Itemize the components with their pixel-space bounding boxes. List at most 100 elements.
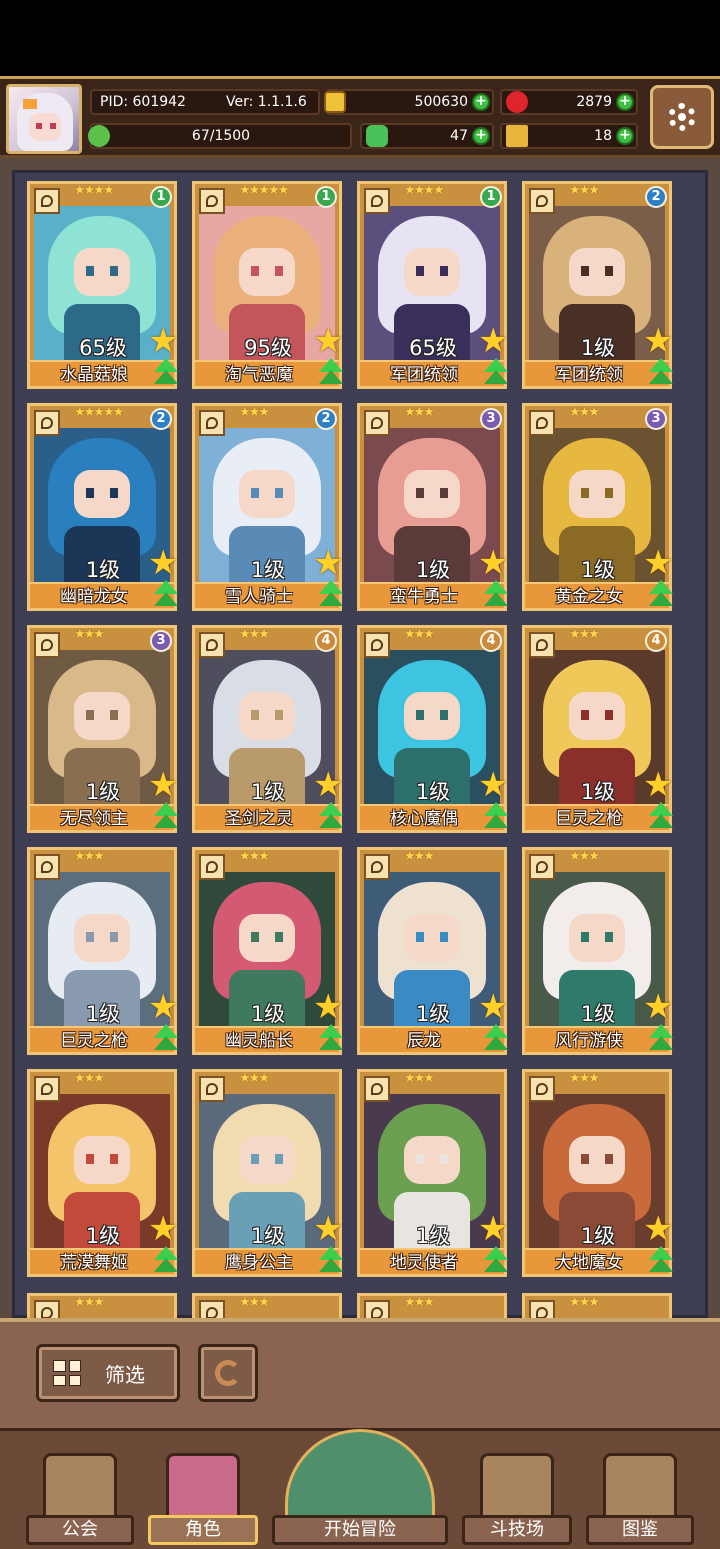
gold-value: 500630 xyxy=(414,94,468,110)
character-card[interactable]: ★★★ 3 1级 无尽领主 ★ xyxy=(27,625,178,833)
character-face-icon xyxy=(166,1453,240,1523)
refresh-button[interactable] xyxy=(198,1344,258,1402)
character-card[interactable]: ★★★ 1级 风行游侠 ★ xyxy=(522,847,673,1055)
character-name: 巨灵之枪 xyxy=(60,1031,128,1051)
character-card-partial[interactable]: ★★★ xyxy=(192,1293,342,1321)
character-card[interactable]: ★★★★ 1 65级 军团统领 ★ xyxy=(357,181,508,389)
clover-icon xyxy=(366,125,388,147)
gem-value: 2879 xyxy=(576,94,612,110)
character-grid[interactable]: ★★★★ 1 65级 水晶菇娘 ★ ★★★★★ 1 95级 淘气恶魔 ★ ★★★★ 1 65级 军团统领 ★… xyxy=(12,170,708,1321)
weapon-type-icon xyxy=(364,188,390,214)
ruby-gem-icon xyxy=(506,91,528,113)
nav-guild[interactable]: 公会 xyxy=(26,1435,134,1545)
settings-button[interactable] xyxy=(650,85,714,149)
level-up-arrow-icon xyxy=(315,802,347,832)
gold-coin-icon xyxy=(324,91,346,113)
character-name: 核心魔偶 xyxy=(390,809,458,829)
level-up-arrow-icon xyxy=(480,1246,512,1276)
character-card[interactable]: ★★★★ 1 65级 水晶菇娘 ★ xyxy=(27,181,178,389)
weapon-type-icon xyxy=(364,854,390,880)
character-card[interactable]: ★★★ 1级 幽灵船长 ★ xyxy=(192,847,343,1055)
star-rating: ★★★ xyxy=(74,1295,105,1310)
weapon-type-icon xyxy=(364,410,390,436)
star-rating: ★★★★ xyxy=(404,183,445,198)
status-bar-area xyxy=(0,0,720,76)
add-keys-button[interactable]: + xyxy=(616,127,634,145)
weapon-type-icon xyxy=(199,188,225,214)
star-rating: ★★★ xyxy=(569,627,600,642)
character-card[interactable]: ★★★ 3 1级 黄金之女 ★ xyxy=(522,403,673,611)
add-gold-button[interactable]: + xyxy=(472,93,490,111)
nav-arena[interactable]: 斗技场 xyxy=(462,1435,572,1545)
stamina-value: 67/1500 xyxy=(191,128,251,144)
character-name: 无尽领主 xyxy=(60,809,128,829)
character-name: 风行游侠 xyxy=(555,1031,623,1051)
rank-badge: 3 xyxy=(645,408,667,430)
star-upgrade-icon: ★ xyxy=(148,765,179,805)
player-avatar[interactable] xyxy=(6,84,82,154)
character-name: 军团统领 xyxy=(555,365,623,385)
star-upgrade-icon: ★ xyxy=(148,543,179,583)
character-card-partial[interactable]: ★★★ xyxy=(27,1293,177,1321)
weapon-type-icon xyxy=(34,410,60,436)
character-card[interactable]: ★★★ 2 1级 雪人骑士 ★ xyxy=(192,403,343,611)
character-card-partial[interactable]: ★★★ xyxy=(522,1293,672,1321)
star-rating: ★★★ xyxy=(569,405,600,420)
weapon-type-icon xyxy=(34,632,60,658)
character-card[interactable]: ★★★★★ 1 95级 淘气恶魔 ★ xyxy=(192,181,343,389)
nav-codex[interactable]: 图鉴 xyxy=(586,1435,694,1545)
character-name: 地灵使者 xyxy=(390,1253,458,1273)
weapon-type-icon xyxy=(199,854,225,880)
add-gems-button[interactable]: + xyxy=(616,93,634,111)
character-card[interactable]: ★★★ 4 1级 圣剑之灵 ★ xyxy=(192,625,343,833)
filter-label: 筛选 xyxy=(105,1363,145,1387)
character-name: 大地魔女 xyxy=(555,1253,623,1273)
pid-label: PID: 601942 xyxy=(100,94,186,110)
player-info-pill: PID: 601942 Ver: 1.1.1.6 xyxy=(90,89,320,115)
character-card[interactable]: ★★★ 1级 大地魔女 ★ xyxy=(522,1069,673,1277)
star-upgrade-icon: ★ xyxy=(148,321,179,361)
star-rating: ★★★ xyxy=(239,405,270,420)
rank-badge: 1 xyxy=(150,186,172,208)
character-card[interactable]: ★★★ 3 1级 蛮牛勇士 ★ xyxy=(357,403,508,611)
star-rating: ★★★ xyxy=(239,627,270,642)
weapon-type-icon xyxy=(364,1076,390,1102)
level-up-arrow-icon xyxy=(150,1246,182,1276)
star-upgrade-icon: ★ xyxy=(643,1209,674,1249)
weapon-type-icon xyxy=(199,410,225,436)
character-card[interactable]: ★★★ 1级 巨灵之枪 ★ xyxy=(27,847,178,1055)
character-card-partial[interactable]: ★★★ xyxy=(357,1293,507,1321)
character-card[interactable]: ★★★ 4 1级 核心魔偶 ★ xyxy=(357,625,508,833)
star-upgrade-icon: ★ xyxy=(643,765,674,805)
character-card[interactable]: ★★★ 1级 辰龙 ★ xyxy=(357,847,508,1055)
filter-button[interactable]: 筛选 xyxy=(36,1344,180,1402)
character-name: 荒漠舞姬 xyxy=(60,1253,128,1273)
weapon-type-icon xyxy=(199,1076,225,1102)
codex-book-icon xyxy=(603,1453,677,1523)
refresh-icon xyxy=(215,1360,241,1386)
grid-filter-icon xyxy=(53,1360,81,1386)
rank-badge: 2 xyxy=(150,408,172,430)
character-card[interactable]: ★★★ 1级 荒漠舞姬 ★ xyxy=(27,1069,178,1277)
weapon-type-icon xyxy=(34,854,60,880)
level-up-arrow-icon xyxy=(315,1246,347,1276)
character-card[interactable]: ★★★ 1级 地灵使者 ★ xyxy=(357,1069,508,1277)
character-card[interactable]: ★★★★★ 2 1级 幽暗龙女 ★ xyxy=(27,403,178,611)
rank-badge: 2 xyxy=(315,408,337,430)
nav-arena-label: 斗技场 xyxy=(462,1515,572,1545)
weapon-type-icon xyxy=(529,410,555,436)
add-clover-button[interactable]: + xyxy=(472,127,490,145)
level-up-arrow-icon xyxy=(480,802,512,832)
rank-badge: 4 xyxy=(315,630,337,652)
rank-badge: 1 xyxy=(315,186,337,208)
character-card[interactable]: ★★★ 2 1级 军团统领 ★ xyxy=(522,181,673,389)
nav-start-adventure[interactable]: 开始冒险 xyxy=(272,1429,448,1545)
weapon-type-icon xyxy=(529,188,555,214)
character-card[interactable]: ★★★ 4 1级 巨灵之枪 ★ xyxy=(522,625,673,833)
character-list-frame: ★★★★ 1 65级 水晶菇娘 ★ ★★★★★ 1 95级 淘气恶魔 ★ ★★★★ 1 65级 军团统领 ★… xyxy=(0,158,720,1321)
character-card[interactable]: ★★★ 1级 鹰身公主 ★ xyxy=(192,1069,343,1277)
nav-character[interactable]: 角色 xyxy=(148,1435,258,1545)
star-upgrade-icon: ★ xyxy=(643,321,674,361)
level-up-arrow-icon xyxy=(645,802,677,832)
level-up-arrow-icon xyxy=(150,358,182,388)
